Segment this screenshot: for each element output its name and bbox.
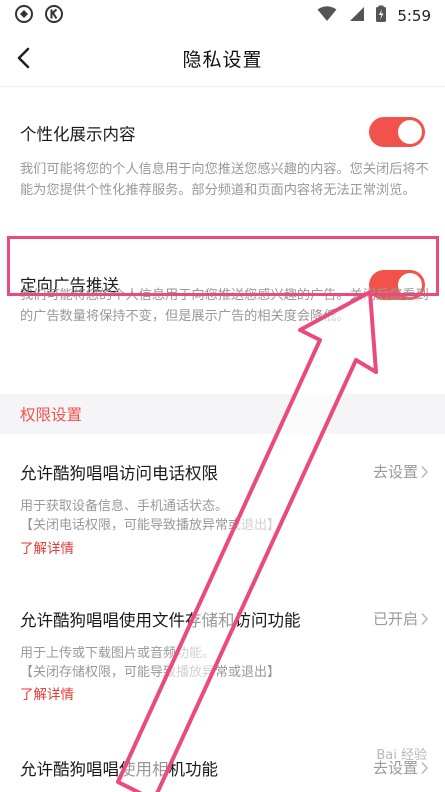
wifi-icon: [317, 6, 337, 26]
app-notification-icon: [14, 4, 34, 28]
storage-permission-description: 用于上传或下载图片或音频功能。: [20, 646, 216, 661]
storage-permission-learn-more-link[interactable]: 了解详情: [20, 683, 74, 703]
header-divider: [0, 86, 445, 87]
personalized-content-description: 我们可能将您的个人信息用于向您推送您感兴趣的内容。您关闭后将不能为您提供个性化推…: [20, 162, 429, 198]
phone-permission-label[interactable]: 允许酷狗唱唱访问电话权限: [20, 460, 218, 484]
chevron-left-icon: [17, 47, 30, 69]
toggle-knob: [398, 120, 422, 144]
chevron-right-icon: [421, 612, 429, 625]
personalized-content-label: 个性化展示内容: [20, 125, 136, 144]
k-notification-icon: [44, 4, 64, 28]
nav-bar: 隐私设置: [0, 32, 445, 84]
status-bar: 5:59: [0, 0, 445, 32]
phone-permission-status-text: 去设置: [372, 463, 418, 481]
watermark: Bai 经验: [376, 748, 427, 763]
permissions-section-title: 权限设置: [20, 406, 83, 424]
storage-permission-label[interactable]: 允许酷狗唱唱使用文件存储和访问功能: [20, 607, 301, 631]
clock: 5:59: [397, 7, 431, 25]
phone-permission-learn-more-link[interactable]: 了解详情: [20, 537, 74, 557]
permissions-section-header: 权限设置: [0, 394, 445, 434]
battery-icon: [375, 5, 387, 27]
storage-permission-status[interactable]: 已开启: [373, 608, 429, 629]
personalized-content-toggle[interactable]: [369, 117, 425, 147]
chevron-right-icon: [421, 465, 429, 478]
camera-permission-label[interactable]: 允许酷狗唱唱使用相机功能: [20, 756, 218, 780]
annotation-highlight-box: [7, 236, 439, 296]
storage-permission-status-text: 已开启: [372, 610, 418, 628]
back-button[interactable]: [8, 42, 40, 74]
phone-permission-status[interactable]: 去设置: [373, 461, 429, 482]
signal-icon: [347, 6, 365, 26]
phone-permission-note: 【关闭电话权限，可能导致播放异常或退出】: [20, 518, 281, 533]
storage-permission-note: 【关闭存储权限，可能导致播放异常或退出】: [20, 665, 281, 680]
phone-permission-description: 用于获取设备信息、手机通话状态。: [20, 499, 229, 514]
page-title: 隐私设置: [182, 48, 263, 71]
